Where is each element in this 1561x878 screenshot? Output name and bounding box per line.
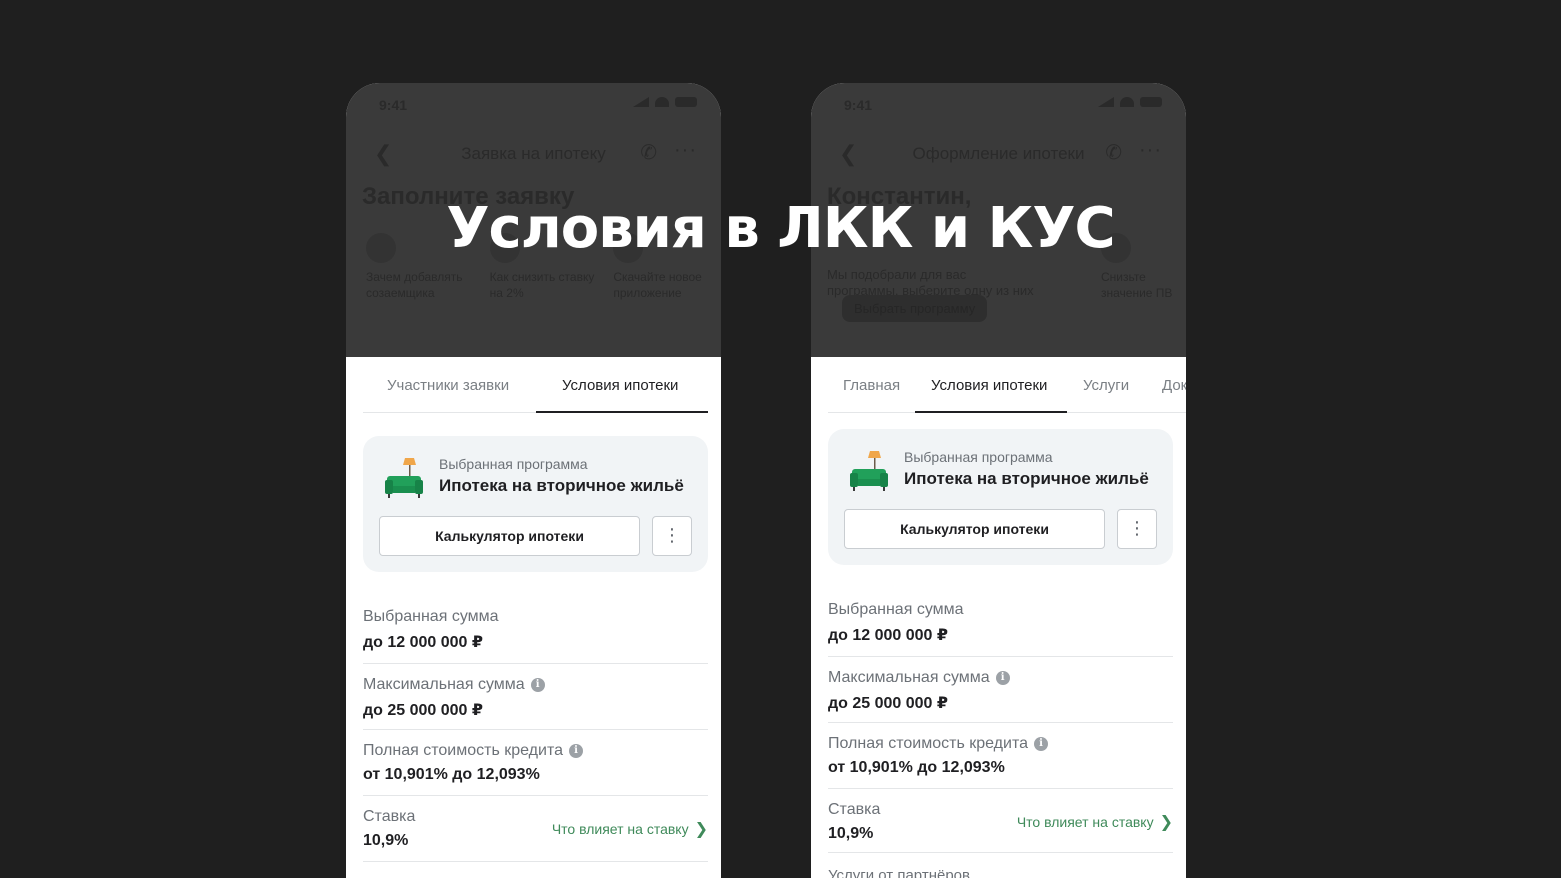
more-vertical-icon[interactable]: ⋮ — [652, 516, 692, 556]
row-label: Выбранная сумма — [363, 608, 499, 625]
program-card: Выбранная программа Ипотека на вторичное… — [828, 429, 1173, 565]
info-row-selected-amount: Выбранная сумма до 12 000 000 ₽ — [363, 607, 708, 664]
status-bar: 9:41 — [844, 97, 1162, 113]
sofa-lamp-icon — [850, 451, 888, 491]
battery-icon — [675, 97, 697, 107]
row-label: Полная стоимость кредита i — [363, 741, 708, 761]
rate-factors-link[interactable]: Что влияет на ставку ❯ — [1017, 812, 1173, 832]
info-row-rate: Ставка 10,9% Что влияет на ставку ❯ — [828, 800, 1173, 853]
more-horizontal-icon[interactable]: ··· — [1139, 139, 1162, 162]
active-tab-indicator — [915, 411, 1067, 413]
more-horizontal-icon[interactable]: ··· — [674, 139, 697, 162]
info-row-full-cost: Полная стоимость кредита i от 10,901% до … — [363, 741, 708, 796]
signal-icon — [633, 97, 649, 107]
row-value: до 25 000 000 ₽ — [363, 702, 484, 719]
program-card: Выбранная программа Ипотека на вторичное… — [363, 436, 708, 572]
chevron-right-icon: ❯ — [694, 821, 708, 838]
info-row-selected-amount: Выбранная сумма до 12 000 000 ₽ — [828, 600, 1173, 657]
mortgage-calculator-button[interactable]: Калькулятор ипотеки — [844, 509, 1105, 549]
call-icon[interactable]: ✆ — [1105, 140, 1122, 165]
info-row-max-amount: Максимальная сумма i до 25 000 000 ₽ — [363, 675, 708, 730]
row-value: до 12 000 000 ₽ — [828, 627, 949, 644]
status-bar: 9:41 — [379, 97, 697, 113]
program-caption: Выбранная программа — [439, 456, 588, 472]
info-icon[interactable]: i — [995, 671, 1010, 685]
info-icon[interactable]: i — [530, 678, 545, 692]
row-value: от 10,901% до 12,093% — [828, 759, 1005, 776]
tab-mortgage-terms[interactable]: Условия ипотеки — [562, 377, 678, 394]
sofa-lamp-icon — [385, 458, 423, 498]
tab-documents[interactable]: Док — [1162, 377, 1186, 394]
info-row-max-amount: Максимальная сумма i до 25 000 000 ₽ — [828, 668, 1173, 723]
tab-bar: Главная Условия ипотеки Услуги Док — [828, 357, 1186, 413]
tab-bar: Участники заявки Условия ипотеки — [363, 357, 708, 413]
info-icon[interactable]: i — [568, 744, 583, 758]
tab-home[interactable]: Главная — [843, 377, 900, 394]
tab-services[interactable]: Услуги — [1083, 377, 1129, 394]
chevron-right-icon: ❯ — [1159, 814, 1173, 831]
wifi-icon — [655, 97, 669, 107]
row-value: до 12 000 000 ₽ — [363, 634, 484, 651]
row-label: Полная стоимость кредита i — [828, 734, 1173, 754]
row-label: Выбранная сумма — [828, 601, 964, 618]
tab-mortgage-terms[interactable]: Условия ипотеки — [931, 377, 1047, 394]
status-time: 9:41 — [379, 97, 408, 113]
rate-factors-link[interactable]: Что влияет на ставку ❯ — [552, 819, 708, 839]
info-icon[interactable]: i — [1033, 737, 1048, 751]
mortgage-calculator-button[interactable]: Калькулятор ипотеки — [379, 516, 640, 556]
row-label: Максимальная сумма i — [828, 668, 1173, 688]
program-caption: Выбранная программа — [904, 449, 1053, 465]
program-title: Ипотека на вторичное жильё — [439, 476, 684, 495]
more-vertical-icon[interactable]: ⋮ — [1117, 509, 1157, 549]
program-title: Ипотека на вторичное жильё — [904, 469, 1149, 488]
partner-services-label: Услуги от партнёров — [828, 867, 970, 878]
wifi-icon — [1120, 97, 1134, 107]
info-row-full-cost: Полная стоимость кредита i от 10,901% до … — [828, 734, 1173, 789]
battery-icon — [1140, 97, 1162, 107]
active-tab-indicator — [536, 411, 708, 413]
row-value: от 10,901% до 12,093% — [363, 766, 540, 783]
row-value: до 25 000 000 ₽ — [828, 695, 949, 712]
info-row-rate: Ставка 10,9% Что влияет на ставку ❯ — [363, 807, 708, 862]
status-time: 9:41 — [844, 97, 873, 113]
nav-bar: ❮ Заявка на ипотеку ✆ ··· — [370, 139, 697, 167]
signal-icon — [1098, 97, 1114, 107]
tab-participants[interactable]: Участники заявки — [387, 377, 509, 394]
nav-bar: ❮ Оформление ипотеки ✆ ··· — [835, 139, 1162, 167]
row-label: Максимальная сумма i — [363, 675, 708, 695]
call-icon[interactable]: ✆ — [640, 140, 657, 165]
choose-program-button[interactable]: Выбрать программу — [842, 295, 988, 322]
slide-headline: Условия в ЛКК и КУС — [446, 196, 1115, 261]
